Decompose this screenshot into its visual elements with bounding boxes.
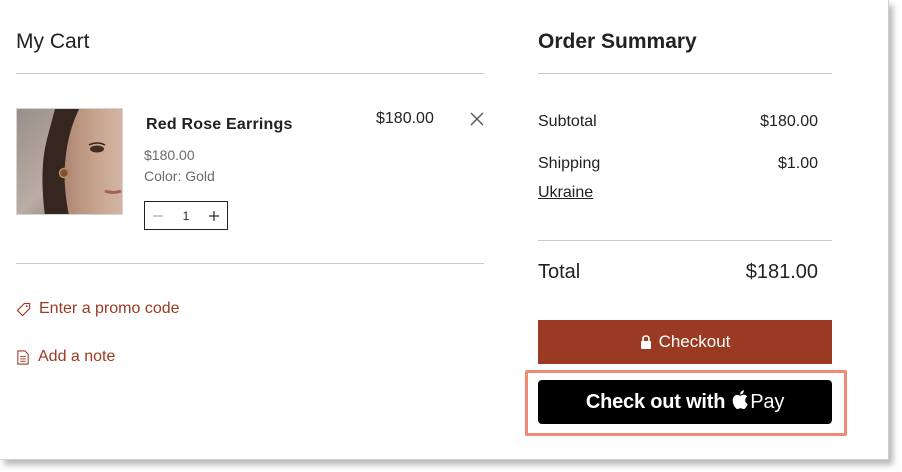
apple-pay-button[interactable]: Check out with Pay bbox=[538, 380, 832, 424]
product-photo bbox=[17, 109, 122, 214]
apple-icon bbox=[732, 389, 748, 415]
tag-icon bbox=[16, 302, 31, 317]
product-unit-price: $180.00 bbox=[144, 147, 195, 163]
total-label: Total bbox=[538, 261, 581, 283]
order-summary-title: Order Summary bbox=[538, 30, 697, 53]
summary-header-divider bbox=[538, 73, 832, 74]
promo-code-link[interactable]: Enter a promo code bbox=[16, 300, 180, 318]
product-name[interactable]: Red Rose Earrings bbox=[146, 116, 293, 134]
cart-title: My Cart bbox=[16, 30, 90, 53]
cart-page: My Cart Red Rose Earrings $180.00 Color:… bbox=[0, 0, 889, 460]
plus-icon[interactable] bbox=[207, 209, 221, 223]
checkout-button[interactable]: Checkout bbox=[538, 320, 832, 364]
cart-items-divider bbox=[16, 263, 484, 264]
product-color: Color: Gold bbox=[144, 168, 215, 184]
add-note-link[interactable]: Add a note bbox=[16, 348, 115, 366]
quantity-value[interactable]: 1 bbox=[183, 209, 190, 223]
shipping-label: Shipping bbox=[538, 155, 601, 172]
quantity-stepper: 1 bbox=[144, 201, 228, 230]
apple-pay-suffix: Pay bbox=[750, 390, 785, 413]
add-note-label: Add a note bbox=[38, 348, 116, 365]
total-value: $181.00 bbox=[745, 261, 818, 283]
cart-header-divider bbox=[16, 73, 484, 74]
summary-total-divider bbox=[538, 240, 832, 241]
note-icon bbox=[16, 349, 30, 365]
subtotal-label: Subtotal bbox=[538, 113, 597, 130]
shipping-value: $1.00 bbox=[777, 155, 818, 172]
shipping-country-link[interactable]: Ukraine bbox=[538, 184, 593, 202]
promo-code-label: Enter a promo code bbox=[39, 300, 180, 317]
close-icon[interactable] bbox=[469, 111, 485, 127]
minus-icon[interactable] bbox=[151, 209, 165, 223]
line-total: $180.00 bbox=[376, 110, 434, 127]
checkout-label: Checkout bbox=[658, 332, 731, 351]
apple-pay-prefix: Check out with bbox=[585, 390, 726, 413]
subtotal-value: $180.00 bbox=[760, 113, 818, 130]
product-image[interactable] bbox=[16, 108, 123, 215]
lock-icon bbox=[640, 335, 652, 349]
